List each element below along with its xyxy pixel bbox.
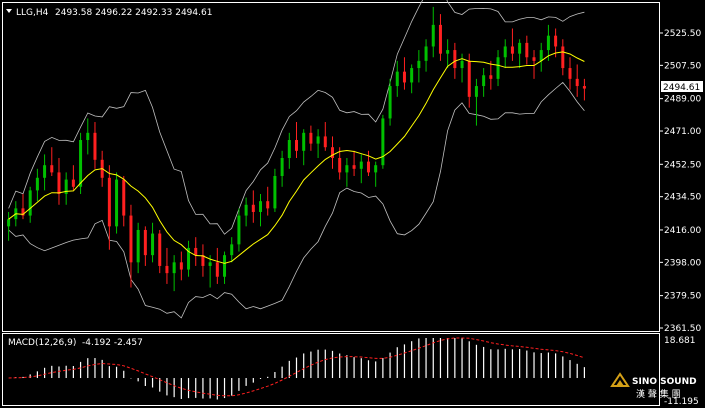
candle-body[interactable]: [395, 71, 399, 87]
candle-body[interactable]: [575, 78, 579, 87]
candle-body[interactable]: [295, 140, 298, 151]
candle-body[interactable]: [280, 158, 284, 176]
candle-body[interactable]: [107, 177, 111, 227]
candle-body[interactable]: [402, 71, 406, 83]
candle-body[interactable]: [251, 204, 255, 212]
candle-body[interactable]: [510, 46, 514, 54]
price-tick-label: 2489.00: [664, 95, 701, 105]
candle-body[interactable]: [215, 262, 219, 277]
candle-body[interactable]: [539, 50, 543, 61]
candle-body[interactable]: [158, 233, 162, 266]
candle-body[interactable]: [338, 158, 342, 173]
candle-body[interactable]: [417, 60, 421, 69]
candle-body[interactable]: [7, 219, 11, 227]
candle-body[interactable]: [532, 57, 536, 61]
candle-body[interactable]: [554, 35, 558, 47]
candle-body[interactable]: [366, 161, 370, 173]
candle-body[interactable]: [237, 215, 241, 245]
candle-body[interactable]: [374, 165, 378, 173]
candle-body[interactable]: [496, 57, 500, 79]
candle-body[interactable]: [424, 46, 428, 61]
macd-values: -4.192 -2.457: [82, 338, 143, 348]
candle-body[interactable]: [438, 24, 442, 54]
candle-body[interactable]: [474, 86, 478, 97]
candle-body[interactable]: [518, 42, 522, 54]
current-price-label: 2494.61: [663, 83, 700, 93]
candle-body[interactable]: [165, 265, 169, 274]
candle-body[interactable]: [136, 229, 140, 263]
candle-body[interactable]: [115, 179, 119, 227]
trading-chart[interactable]: 2525.50 2507.50 2489.00 2471.00 2452.50 2434.…: [0, 0, 705, 408]
logo-subtext: 漢 聲 集 團: [636, 388, 681, 400]
candle-body[interactable]: [244, 204, 248, 216]
candle-body[interactable]: [352, 165, 356, 169]
candle-body[interactable]: [223, 255, 227, 277]
candle-body[interactable]: [179, 262, 183, 270]
candle-body[interactable]: [431, 24, 435, 47]
price-tick-label: 2452.50: [664, 160, 701, 170]
candle-body[interactable]: [122, 179, 126, 216]
candle-body[interactable]: [460, 60, 464, 69]
price-tick-label: 2434.50: [664, 193, 701, 203]
price-axis: 2525.50 2507.50 2489.00 2471.00 2452.50 2434.…: [659, 29, 701, 334]
candle-body[interactable]: [302, 132, 306, 151]
candlestick-series[interactable]: [7, 6, 586, 292]
candle-body[interactable]: [561, 46, 565, 69]
candle-body[interactable]: [446, 50, 450, 54]
collapse-arrow-icon[interactable]: [6, 9, 12, 13]
macd-label: MACD(12,26,9): [8, 338, 76, 348]
candle-body[interactable]: [525, 42, 529, 58]
bollinger-lower: [8, 81, 585, 319]
candle-body[interactable]: [143, 229, 147, 256]
candle-body[interactable]: [546, 35, 550, 51]
price-tick-label: 2507.50: [664, 61, 701, 71]
logo-text: SINO SOUND: [632, 377, 697, 387]
candle-body[interactable]: [410, 68, 414, 83]
price-tick-label: 2471.00: [664, 127, 701, 137]
price-tick-label: 2379.50: [664, 292, 701, 302]
candle-body[interactable]: [323, 136, 327, 148]
candle-body[interactable]: [259, 201, 263, 212]
candle-body[interactable]: [57, 172, 61, 194]
candle-body[interactable]: [467, 60, 471, 97]
candle-body[interactable]: [482, 75, 486, 87]
candle-body[interactable]: [35, 177, 39, 191]
candle-body[interactable]: [345, 165, 349, 173]
candle-body[interactable]: [489, 75, 493, 79]
candle-body[interactable]: [79, 140, 83, 187]
candle-body[interactable]: [316, 136, 320, 144]
candle-body[interactable]: [172, 262, 176, 274]
candle-body[interactable]: [568, 68, 572, 79]
symbol-timeframe: LLG,H4: [16, 8, 49, 18]
bollinger-upper: [8, 0, 585, 235]
candle-body[interactable]: [208, 262, 212, 266]
candle-body[interactable]: [194, 247, 198, 256]
candle-body[interactable]: [151, 233, 155, 256]
candle-body[interactable]: [93, 132, 97, 160]
macd-axis-top: 18.681: [664, 336, 696, 346]
candle-body[interactable]: [129, 215, 133, 263]
candle-body[interactable]: [359, 161, 363, 169]
price-tick-label: 2361.50: [664, 324, 701, 334]
candle-body[interactable]: [582, 86, 586, 89]
candle-body[interactable]: [381, 118, 385, 166]
price-tick-label: 2398.00: [664, 258, 701, 268]
candle-body[interactable]: [388, 86, 392, 119]
candle-body[interactable]: [287, 140, 291, 159]
candle-body[interactable]: [453, 50, 457, 69]
candle-body[interactable]: [503, 46, 507, 58]
price-tick-label: 2416.00: [664, 226, 701, 236]
candle-body[interactable]: [28, 190, 32, 216]
candle-body[interactable]: [43, 165, 47, 178]
candle-body[interactable]: [266, 201, 270, 209]
candle-body[interactable]: [230, 244, 234, 256]
candle-body[interactable]: [71, 179, 75, 187]
candle-body[interactable]: [309, 132, 313, 144]
price-tick-label: 2525.50: [664, 29, 701, 39]
candle-body[interactable]: [273, 175, 277, 209]
ohlc-readout: 2493.58 2496.22 2492.33 2494.61: [55, 8, 212, 18]
candle-body[interactable]: [330, 147, 334, 159]
candle-body[interactable]: [86, 132, 90, 141]
candle-body[interactable]: [50, 165, 54, 173]
